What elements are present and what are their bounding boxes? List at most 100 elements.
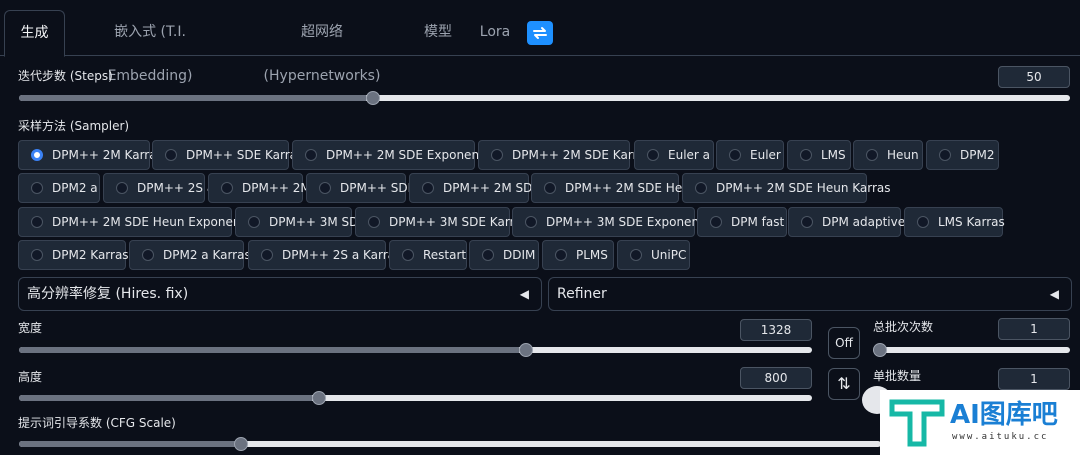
batch-count-label: 总批次次数	[873, 320, 934, 334]
sampler-option[interactable]: DPM++ 2M SDE	[409, 173, 540, 203]
height-input[interactable]: 800	[740, 367, 812, 389]
sampler-option[interactable]: DPM++ 2M	[208, 173, 311, 203]
slider-fill	[19, 95, 366, 101]
slider-thumb[interactable]	[365, 91, 380, 105]
watermark-url: www.aituku.cc	[952, 432, 1049, 442]
radio-circle-icon	[31, 216, 43, 228]
radio-circle-icon	[248, 216, 260, 228]
steps-slider[interactable]	[19, 91, 1070, 105]
hires-fix-accordion[interactable]: 高分辨率修复 (Hires. fix) ◀	[18, 277, 542, 311]
radio-circle-icon	[368, 216, 380, 228]
sampler-option[interactable]: DPM2 a Karras	[129, 240, 251, 270]
radio-circle-icon	[491, 149, 503, 161]
radio-circle-icon	[305, 149, 317, 161]
sampler-option[interactable]: DPM++ 2M SDE Exponential	[292, 140, 498, 170]
sampler-option-label: DPM2 a Karras	[163, 248, 251, 262]
sampler-option[interactable]: DPM2 a	[18, 173, 100, 203]
sampler-option[interactable]: Restart	[389, 240, 467, 270]
hires-fix-label: 高分辨率修复 (Hires. fix)	[27, 286, 189, 302]
radio-circle-icon	[866, 149, 878, 161]
sampler-option[interactable]: DPM++ 2M SDE Heun	[531, 173, 697, 203]
slider-thumb[interactable]	[312, 391, 327, 405]
radio-circle-icon	[31, 182, 43, 194]
tab-lora[interactable]: Lora	[474, 10, 516, 56]
sampler-option[interactable]: Heun	[853, 140, 923, 170]
radio-circle-icon	[422, 182, 434, 194]
slider-thumb[interactable]	[518, 343, 533, 357]
sampler-option[interactable]: DPM++ 2M SDE Heun Exponential	[18, 207, 259, 237]
radio-circle-icon	[917, 216, 929, 228]
sampler-option[interactable]: DPM++ SDE	[306, 173, 415, 203]
tab-models[interactable]: 模型	[416, 10, 460, 56]
sampler-option[interactable]: DPM++ 2S a Karras	[248, 240, 401, 270]
tab-embedding[interactable]: 嵌入式 (T.I. Embedding)	[72, 10, 228, 84]
steps-input[interactable]: 50	[998, 66, 1070, 88]
sampler-label: 采样方法 (Sampler)	[18, 119, 130, 133]
collapse-arrow-icon: ◀	[519, 287, 529, 301]
radio-circle-icon	[261, 249, 273, 261]
radio-circle-icon	[555, 249, 567, 261]
sampler-option[interactable]: DPM++ 2M SDE Karras	[478, 140, 651, 170]
tab-generate[interactable]: 生成	[4, 10, 65, 57]
radio-circle-icon	[801, 216, 813, 228]
cfg-label: 提示词引导系数 (CFG Scale)	[18, 416, 176, 430]
radio-circle-icon	[647, 149, 659, 161]
radio-circle-icon	[116, 182, 128, 194]
cfg-slider[interactable]	[19, 437, 881, 451]
sampler-option-label: Euler a	[668, 148, 711, 162]
sampler-option[interactable]: Euler	[716, 140, 784, 170]
slider-thumb[interactable]	[873, 343, 887, 357]
width-input[interactable]: 1328	[740, 319, 812, 341]
batch-size-input[interactable]: 1	[998, 368, 1070, 390]
sampler-option[interactable]: DPM++ 3M SDE Exponential	[512, 207, 718, 237]
batch-count-slider[interactable]	[873, 343, 1070, 357]
sampler-option-label: DPM2 Karras	[52, 248, 129, 262]
radio-circle-icon	[939, 149, 951, 161]
sampler-option[interactable]: DPM++ 3M SDE	[235, 207, 366, 237]
off-button[interactable]: Off	[828, 327, 860, 359]
refresh-button[interactable]	[527, 21, 553, 45]
slider-track	[873, 347, 1070, 353]
radio-circle-icon	[402, 249, 414, 261]
sampler-option[interactable]: LMS Karras	[904, 207, 1005, 237]
slider-fill	[19, 347, 519, 353]
watermark-text: AI图库吧	[950, 400, 1058, 430]
sampler-option[interactable]: DPM fast	[697, 207, 787, 237]
swap-dimensions-button[interactable]: ⇅	[828, 368, 860, 400]
batch-count-input[interactable]: 1	[998, 318, 1070, 340]
slider-thumb[interactable]	[234, 437, 248, 451]
sampler-option[interactable]: UniPC	[617, 240, 690, 270]
sampler-option[interactable]: Euler a	[634, 140, 714, 170]
sampler-option-label: LMS	[821, 148, 846, 162]
sampler-option[interactable]: DPM2 Karras	[18, 240, 129, 270]
radio-circle-icon	[710, 216, 722, 228]
radio-circle-icon	[142, 249, 154, 261]
radio-circle-icon	[729, 149, 741, 161]
sampler-option[interactable]: DPM++ 3M SDE Karras	[355, 207, 528, 237]
sampler-option[interactable]: LMS	[787, 140, 851, 170]
sampler-option[interactable]: DPM++ 2M SDE Heun Karras	[682, 173, 891, 203]
sampler-option-label: Euler	[750, 148, 781, 162]
radio-circle-icon	[31, 249, 43, 261]
swap-icon: ⇅	[837, 374, 851, 393]
sampler-option[interactable]: DPM2	[926, 140, 999, 170]
tab-hypernetworks[interactable]: 超网络 (Hypernetworks)	[242, 10, 402, 84]
collapse-arrow-icon: ◀	[1049, 287, 1059, 301]
sampler-option-label: UniPC	[651, 248, 687, 262]
sampler-option[interactable]: DPM adaptive	[788, 207, 905, 237]
sampler-option[interactable]: DDIM	[469, 240, 539, 270]
sampler-option[interactable]: DPM++ 2M Karras	[18, 140, 163, 170]
width-slider[interactable]	[19, 343, 812, 357]
sampler-option[interactable]: DPM++ 2S a	[103, 173, 214, 203]
sampler-option[interactable]: PLMS	[542, 240, 614, 270]
steps-label: 迭代步数 (Steps)	[18, 69, 113, 83]
radio-circle-icon	[221, 182, 233, 194]
radio-circle-icon	[630, 249, 642, 261]
batch-size-label: 单批数量	[873, 369, 922, 383]
watermark: AI图库吧 www.aituku.cc	[880, 390, 1080, 455]
height-slider[interactable]	[19, 391, 812, 405]
radio-circle-icon	[695, 182, 707, 194]
sampler-option-label: LMS Karras	[938, 215, 1005, 229]
sampler-option[interactable]: DPM++ SDE Karras	[152, 140, 303, 170]
refiner-accordion[interactable]: Refiner ◀	[548, 277, 1072, 311]
